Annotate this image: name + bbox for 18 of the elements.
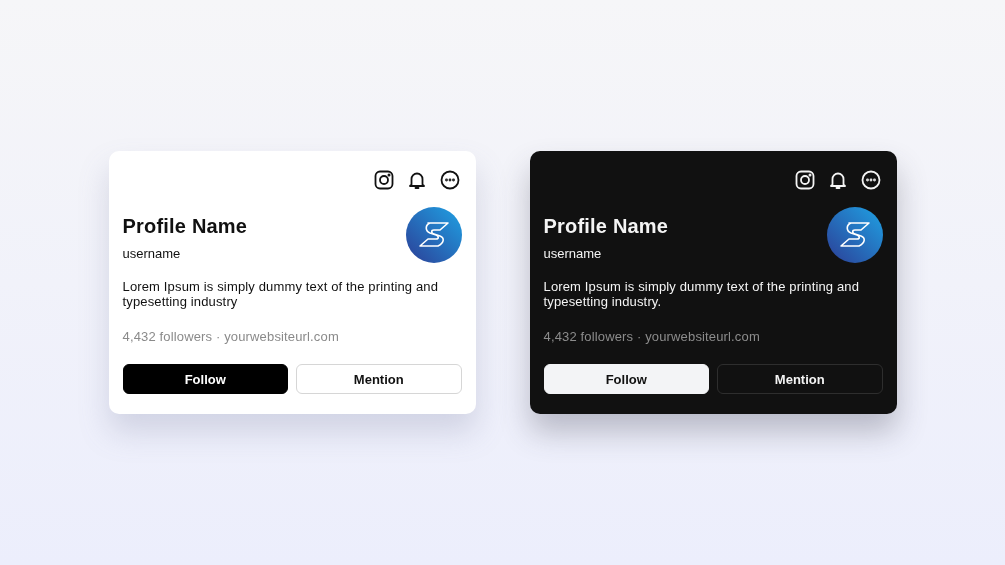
- bio-text: Lorem Ipsum is simply dummy text of the printing and typesetting industry.: [543, 279, 861, 309]
- profile-name: Profile Name: [122, 214, 248, 238]
- followers-and-website: 4,432 followers · yourwebsiteurl.com: [122, 329, 340, 345]
- bio-text: Lorem Ipsum is simply dummy text of the printing and typesetting industry: [122, 279, 440, 309]
- profile-name: Profile Name: [543, 214, 669, 238]
- instagram-icon[interactable]: [373, 170, 394, 190]
- bell-icon[interactable]: [406, 170, 427, 190]
- mention-button[interactable]: Mention: [296, 364, 462, 394]
- follow-button[interactable]: Follow: [543, 364, 709, 394]
- avatar-logo: [405, 207, 462, 263]
- more-icon[interactable]: [439, 170, 460, 190]
- bell-icon[interactable]: [827, 170, 848, 190]
- followers-and-website: 4,432 followers · yourwebsiteurl.com: [543, 329, 761, 345]
- avatar-logo: [826, 207, 883, 263]
- username: username: [122, 246, 182, 262]
- username: username: [543, 246, 603, 262]
- mention-button[interactable]: Mention: [717, 364, 883, 394]
- follow-button[interactable]: Follow: [122, 364, 288, 394]
